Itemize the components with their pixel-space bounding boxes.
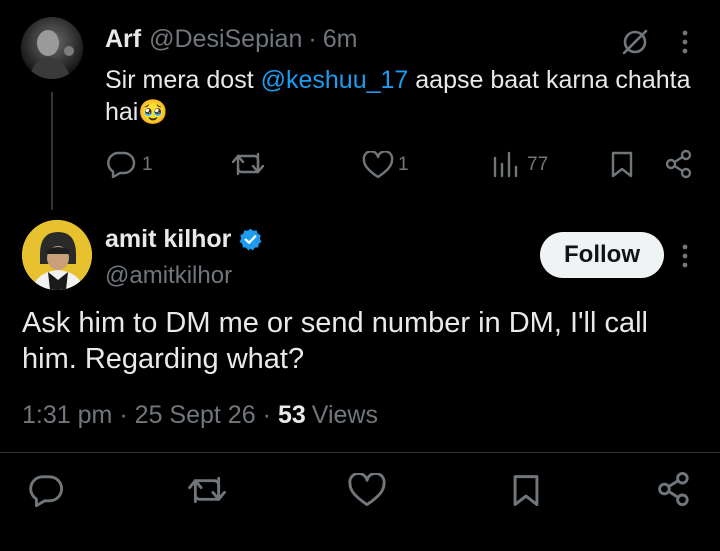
reply-tweet[interactable]: Arf @DesiSepian · 6m Sir mera dost @kesh…	[0, 0, 720, 200]
main-avatar[interactable]	[22, 220, 92, 290]
divider	[0, 452, 720, 453]
reply-avatar-image	[21, 17, 83, 79]
main-tweet: amit kilhor @amitkilhor Follow Ask him t…	[0, 205, 720, 551]
views-count: 77	[527, 154, 549, 175]
main-date[interactable]: 25 Sept 26	[135, 401, 256, 430]
main-share-icon[interactable]	[656, 471, 692, 507]
reply-count: 1	[142, 154, 153, 175]
main-like-icon[interactable]	[347, 473, 387, 507]
reply-display-name[interactable]: Arf	[105, 25, 141, 54]
main-meta: 1:31 pm · 25 Sept 26 · 53 Views	[22, 401, 378, 430]
mention-link[interactable]: @keshuu_17	[261, 66, 409, 94]
main-bookmark-icon[interactable]	[511, 473, 541, 507]
main-time[interactable]: 1:31 pm	[22, 401, 112, 430]
verified-badge-icon	[238, 227, 263, 252]
views-icon[interactable]	[492, 150, 518, 178]
bookmark-icon[interactable]	[610, 150, 634, 178]
main-display-name[interactable]: amit kilhor	[105, 225, 231, 254]
reply-separator: ·	[308, 25, 317, 53]
pleading-emoji: 🥹	[138, 98, 169, 126]
main-reply-icon[interactable]	[28, 473, 64, 507]
meta-dot-2: ·	[262, 401, 271, 429]
meta-dot-1: ·	[119, 401, 128, 429]
main-handle[interactable]: @amitkilhor	[105, 262, 232, 290]
reply-time[interactable]: 6m	[323, 25, 358, 54]
main-views-label: Views	[311, 401, 378, 429]
main-tweet-text: Ask him to DM me or send number in DM, I…	[22, 307, 648, 375]
reply-text-before: Sir mera dost	[105, 66, 261, 94]
main-retweet-icon[interactable]	[186, 473, 228, 507]
share-icon[interactable]	[664, 149, 694, 179]
reply-header: Arf @DesiSepian · 6m	[105, 25, 357, 55]
like-icon[interactable]	[362, 151, 394, 179]
main-views-count: 53	[277, 401, 306, 429]
follow-button[interactable]: Follow	[540, 232, 664, 278]
reply-handle[interactable]: @DesiSepian	[149, 25, 302, 54]
retweet-icon[interactable]	[230, 150, 266, 178]
main-more-icon[interactable]	[678, 243, 692, 269]
main-header: amit kilhor	[105, 224, 263, 254]
reply-avatar[interactable]	[21, 17, 83, 79]
reply-icon[interactable]	[106, 150, 136, 178]
reply-more-icon[interactable]	[678, 29, 692, 55]
grok-icon[interactable]	[620, 27, 650, 57]
like-count: 1	[398, 154, 409, 175]
reply-text: Sir mera dost @keshuu_17 aapse baat karn…	[105, 64, 695, 128]
main-avatar-image	[22, 220, 92, 290]
